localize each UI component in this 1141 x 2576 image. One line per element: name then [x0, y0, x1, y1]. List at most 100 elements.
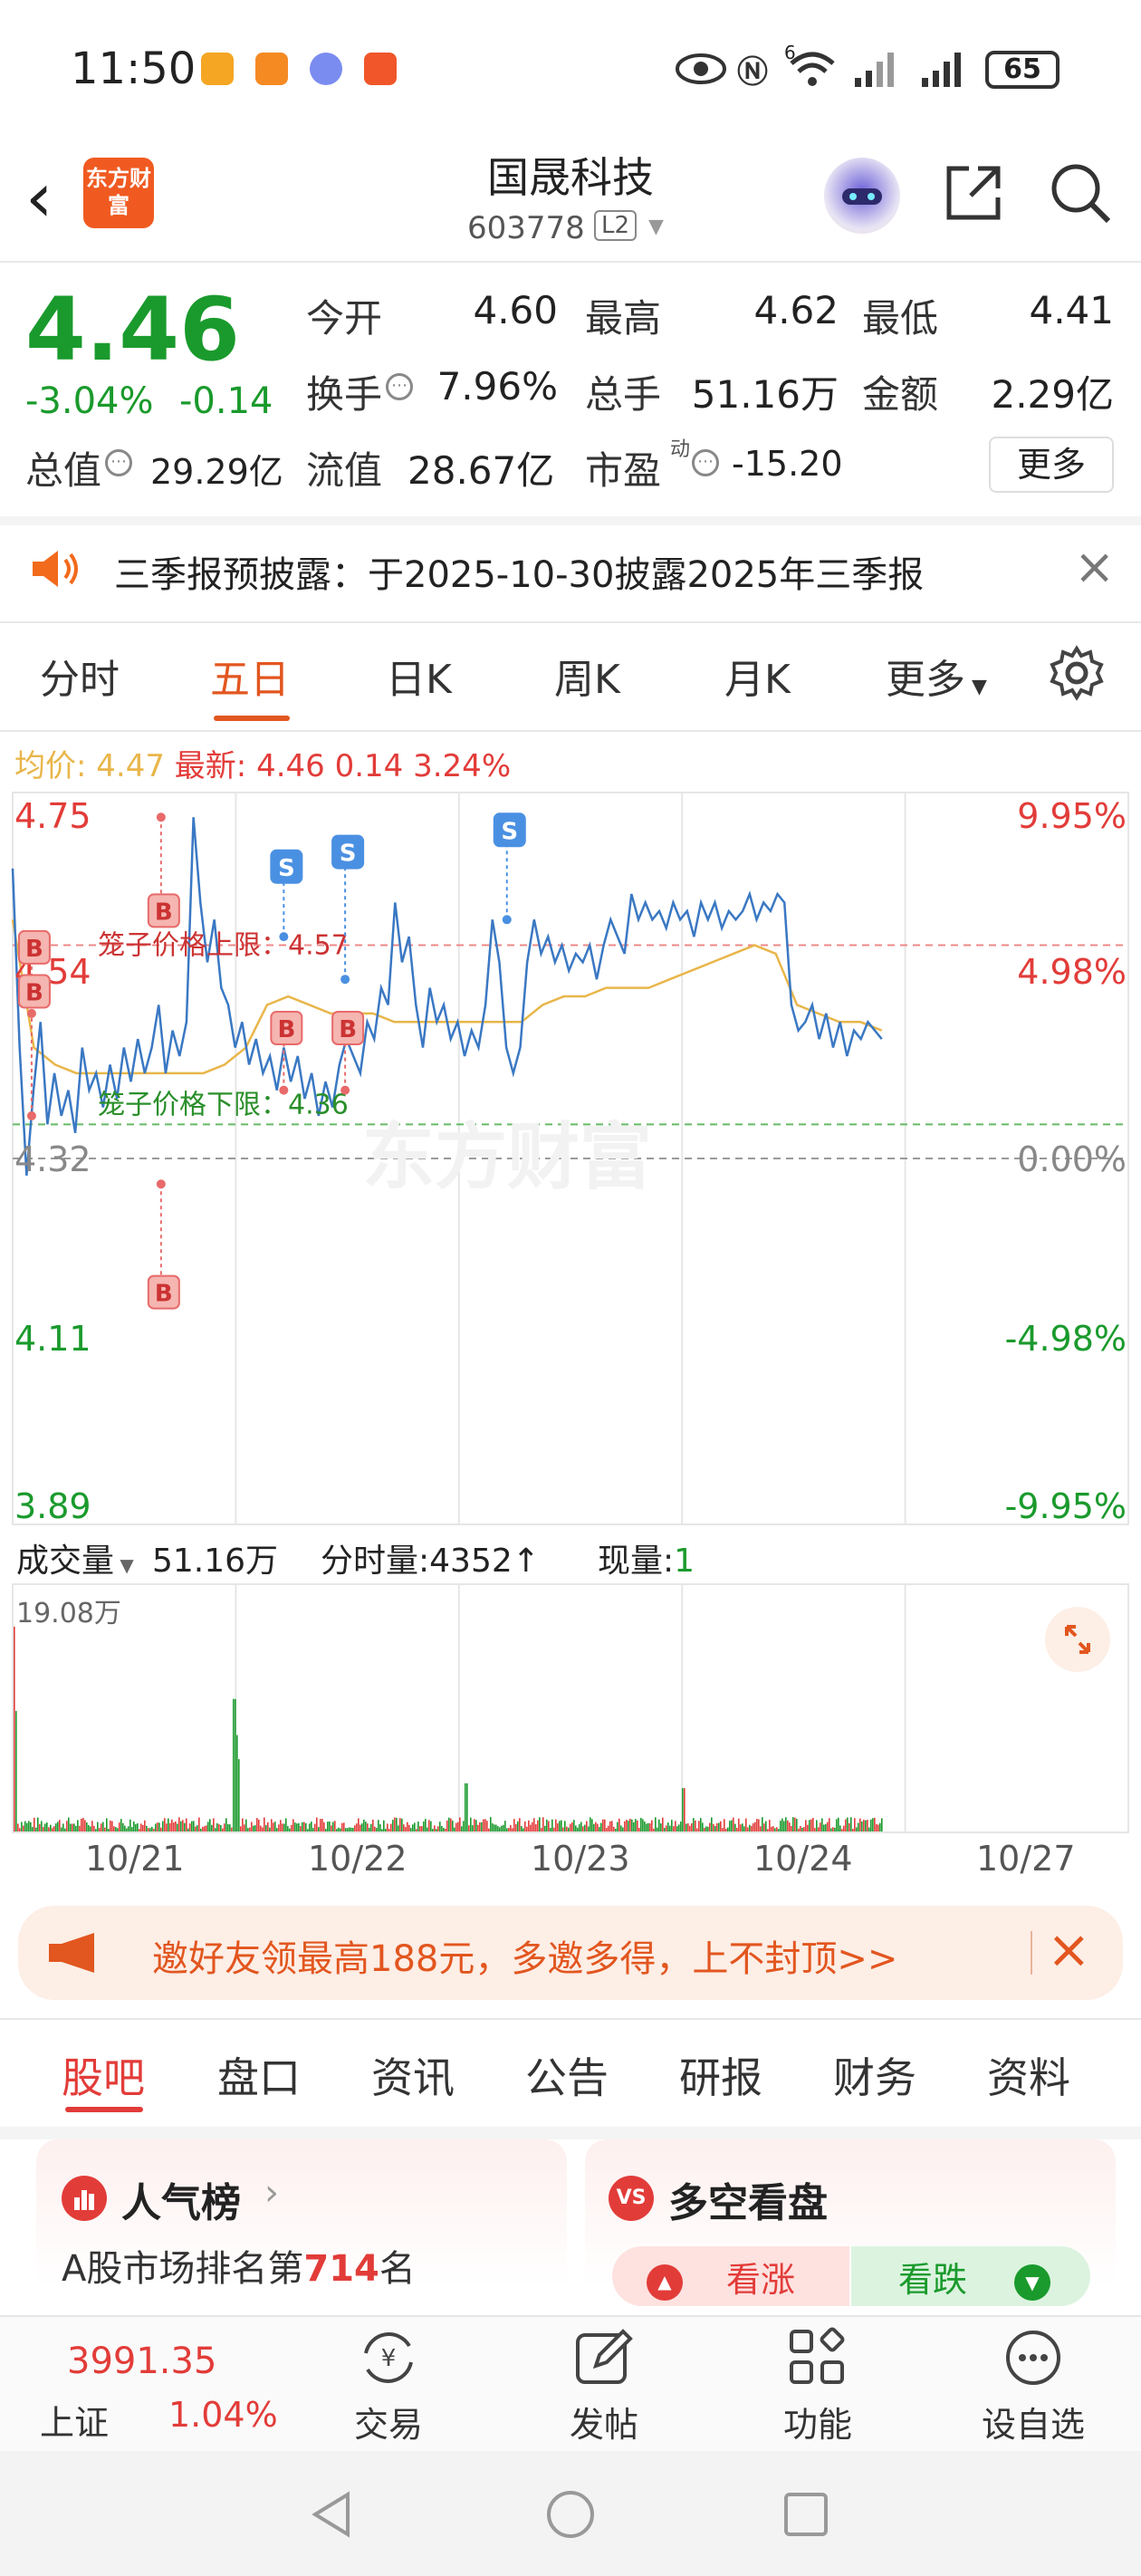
volume-bar [30, 1821, 32, 1831]
volume-bar [428, 1820, 430, 1831]
nav-post[interactable]: 发帖 [541, 2397, 667, 2446]
bear-button[interactable] [851, 2246, 1090, 2306]
index-name[interactable]: 上证 [40, 2395, 109, 2445]
trade-icon[interactable]: ¥ [357, 2326, 420, 2389]
volume-bar [689, 1825, 691, 1831]
volume-bar [624, 1821, 626, 1831]
tab-intraday[interactable]: 分时 [40, 647, 120, 705]
system-back-icon[interactable] [304, 2487, 359, 2542]
info-icon[interactable]: ⋯ [105, 449, 132, 476]
date-label: 10/23 [531, 1839, 630, 1879]
level2-badge[interactable]: L2 [594, 210, 638, 241]
status-time: 11:50 [71, 43, 197, 94]
volume-bar [236, 1735, 238, 1831]
promo-text[interactable]: 邀好友领最高188元，多邀多得，上不封顶>> [152, 1929, 897, 1982]
volume-bar [742, 1823, 743, 1831]
volume-bar [168, 1818, 169, 1831]
volume-bar [24, 1821, 26, 1831]
notice-text[interactable]: 三季报预披露：于2025-10-30披露2025年三季报 [114, 545, 924, 598]
music-icon [310, 53, 342, 85]
tab-finance[interactable]: 财务 [833, 2045, 916, 2105]
expand-icon[interactable] [1045, 1607, 1110, 1672]
share-icon[interactable] [942, 161, 1005, 225]
tab-more[interactable]: 更多 ▼ [886, 647, 987, 705]
volume-bar [425, 1819, 427, 1831]
more-options-icon[interactable] [1002, 2326, 1065, 2389]
volume-bar [64, 1828, 66, 1831]
close-icon[interactable]: × [1047, 1918, 1091, 1980]
popularity-title: 人气榜 [121, 2180, 241, 2226]
volume-bar [503, 1824, 504, 1831]
battery-icon: 65 [985, 51, 1060, 89]
volume-bar [691, 1822, 693, 1831]
volume-bar [142, 1824, 144, 1831]
volume-bar [133, 1821, 135, 1831]
volume-bar [312, 1828, 314, 1831]
close-icon[interactable]: × [1074, 538, 1115, 595]
volume-bar [606, 1828, 608, 1831]
more-button[interactable]: 更多 [989, 437, 1114, 493]
info-icon[interactable]: ⋯ [692, 449, 719, 476]
nav-add-watchlist[interactable]: 设自选 [970, 2397, 1097, 2446]
volume-bar [513, 1819, 515, 1831]
tab-weekly-k[interactable]: 周K [554, 647, 620, 705]
volume-bar [850, 1817, 852, 1831]
volume-bar [41, 1821, 43, 1831]
volume-bar [354, 1825, 356, 1831]
volume-bar [830, 1828, 832, 1831]
index-value[interactable]: 3991.35 [67, 2341, 216, 2382]
price-chart[interactable]: 东方财富4.754.544.324.113.899.95%4.98%0.00%-… [0, 792, 1141, 1525]
volume-mode-label: 成交量 [16, 1543, 115, 1580]
nav-trade[interactable]: 交易 [325, 2397, 452, 2446]
tab-orderbook[interactable]: 盘口 [217, 2045, 301, 2105]
volume-bar [361, 1823, 363, 1831]
tab-announcements[interactable]: 公告 [525, 2045, 609, 2105]
volume-bar [334, 1821, 336, 1831]
volume-bar [218, 1823, 220, 1831]
post-icon[interactable] [572, 2326, 636, 2389]
tab-research[interactable]: 研报 [679, 2045, 762, 2105]
functions-grid-icon[interactable] [786, 2326, 849, 2389]
volume-bar [622, 1827, 624, 1831]
trade-marker-label: S [340, 841, 357, 868]
tab-five-day[interactable]: 五日 [210, 647, 290, 705]
volume-bar [233, 1698, 235, 1831]
volume-bar [664, 1828, 666, 1831]
volume-bar [618, 1818, 620, 1831]
index-percent[interactable]: 1.04% [168, 2395, 278, 2435]
tab-profile[interactable]: 资料 [987, 2045, 1070, 2105]
search-icon[interactable] [1049, 161, 1112, 225]
volume-bar [794, 1817, 796, 1831]
tab-forum[interactable]: 股吧 [62, 2045, 145, 2105]
system-home-icon[interactable] [543, 2487, 598, 2542]
info-icon[interactable]: ⋯ [386, 373, 413, 400]
price-summary: 均价: 4.47 最新: 4.46 0.14 3.24% [14, 741, 511, 785]
volume-bar [571, 1821, 573, 1831]
volume-mode-select[interactable]: 成交量 ▼ [16, 1534, 134, 1581]
volume-bar [734, 1823, 736, 1831]
divider [0, 516, 1141, 525]
volume-bar [754, 1821, 756, 1831]
volume-bar [207, 1821, 209, 1831]
system-recents-icon[interactable] [781, 2489, 831, 2540]
volume-bar [582, 1826, 584, 1831]
volume-bar [388, 1829, 390, 1831]
volume-bar [17, 1823, 19, 1831]
volume-bar [655, 1817, 657, 1831]
volume-chart[interactable] [0, 1583, 1141, 1833]
nav-functions[interactable]: 功能 [754, 2397, 881, 2446]
settings-gear-icon[interactable] [1049, 645, 1105, 701]
volume-bar [756, 1819, 758, 1831]
tab-monthly-k[interactable]: 月K [724, 647, 791, 705]
latest-percent: 3.24% [413, 748, 512, 784]
ai-assistant-icon[interactable] [824, 158, 900, 234]
volume-bar [772, 1826, 774, 1831]
volume-bar [597, 1823, 599, 1831]
volume-bar [131, 1827, 133, 1831]
volume-bar [139, 1829, 140, 1831]
tab-daily-k[interactable]: 日K [386, 647, 452, 705]
lower-cage-label: 笼子价格下限：4.36 [98, 1089, 349, 1120]
stock-code[interactable]: 603778 [467, 210, 585, 246]
chevron-down-icon[interactable]: ▼ [648, 216, 664, 238]
tab-news[interactable]: 资讯 [371, 2045, 455, 2105]
